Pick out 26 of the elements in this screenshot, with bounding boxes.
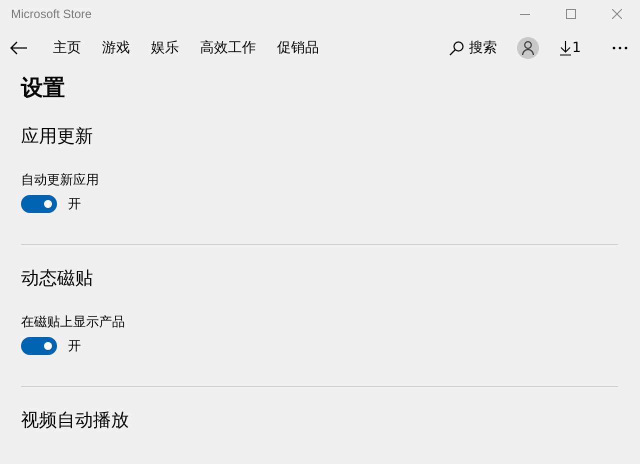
nav-tab[interactable]: 娱乐 [151, 39, 179, 57]
person-icon [522, 41, 534, 55]
toggle-switch[interactable] [21, 195, 57, 213]
downloads-button[interactable]: 1 [560, 40, 581, 56]
nav-tab[interactable]: 游戏 [102, 39, 130, 57]
window-title: Microsoft Store [11, 7, 93, 21]
search-icon [449, 40, 464, 56]
section-heading: 视频自动播放 [21, 409, 129, 433]
page-title: 设置 [21, 75, 65, 103]
toggle-switch[interactable] [21, 337, 57, 355]
download-icon [560, 40, 572, 56]
maximize-icon[interactable] [566, 9, 576, 19]
back-arrow-icon[interactable] [10, 41, 27, 55]
section-heading: 动态磁贴 [21, 267, 93, 291]
setting-label: 自动更新应用 [21, 172, 100, 190]
nav-tab[interactable]: 促销品 [277, 39, 319, 57]
close-icon[interactable] [612, 9, 622, 19]
avatar-button[interactable] [517, 37, 540, 59]
more-icon[interactable] [612, 46, 628, 50]
nav-tab[interactable]: 主页 [53, 39, 81, 57]
toggle-state-label: 开 [68, 196, 81, 213]
nav-tab[interactable]: 高效工作 [200, 39, 256, 57]
section-heading: 应用更新 [21, 125, 93, 149]
toggle-state-label: 开 [68, 338, 81, 355]
search-button[interactable]: 搜索 [449, 39, 498, 57]
setting-label: 在磁贴上显示产品 [21, 314, 126, 332]
